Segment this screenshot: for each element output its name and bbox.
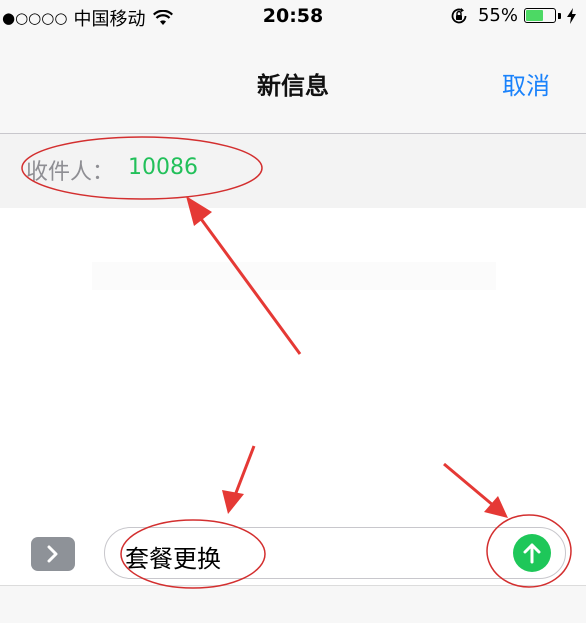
battery-percent: 55% <box>477 5 518 26</box>
message-text[interactable]: 套餐更换 <box>125 539 221 574</box>
cancel-button[interactable]: 取消 <box>502 66 550 101</box>
arrow-up-icon <box>523 543 541 564</box>
status-bar: ●○○○○ 中国移动 20:58 55% <box>0 0 586 36</box>
recipient-row[interactable]: 收件人： 10086 <box>0 134 586 208</box>
charging-bolt-icon <box>567 7 576 24</box>
arrow-to-message <box>222 445 256 514</box>
battery-icon <box>524 8 556 23</box>
battery-level-fill <box>526 10 543 21</box>
arrow-to-send <box>443 462 508 518</box>
expand-apps-button[interactable] <box>31 537 75 571</box>
message-input[interactable]: 套餐更换 <box>104 527 566 579</box>
recipient-value[interactable]: 10086 <box>128 155 198 180</box>
page-title: 新信息 <box>257 72 329 100</box>
new-message-screen: ●○○○○ 中国移动 20:58 55% 新信息 取消 收件人： 10086 套… <box>0 0 586 623</box>
composer-bar: 套餐更换 <box>0 518 586 586</box>
recipient-label: 收件人： <box>26 160 115 185</box>
send-button[interactable] <box>513 534 551 572</box>
chevron-right-icon <box>47 545 58 563</box>
rotation-lock-icon <box>450 7 468 25</box>
keyboard-area <box>0 586 586 623</box>
message-area-background <box>92 262 496 290</box>
navigation-bar: 新信息 取消 <box>0 36 586 134</box>
status-right: 55% <box>450 5 576 26</box>
battery-cap <box>558 12 561 19</box>
